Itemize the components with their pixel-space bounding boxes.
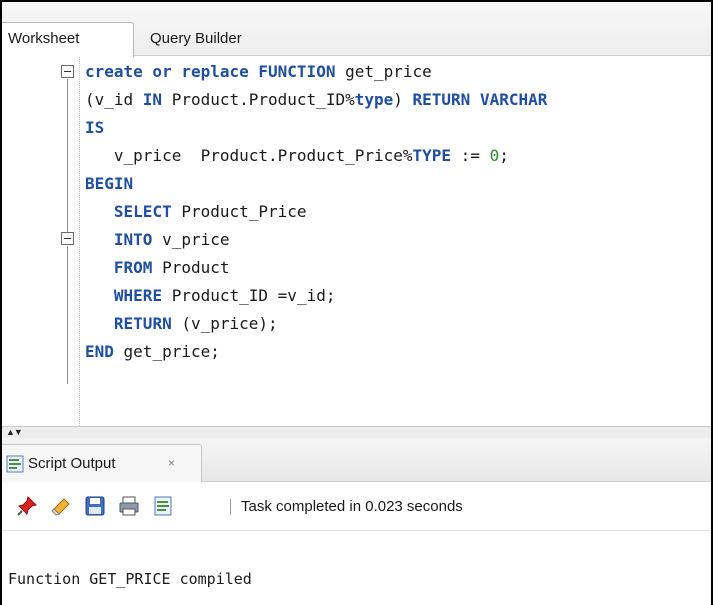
fold-collapse-icon[interactable]: [61, 65, 74, 78]
code-line[interactable]: WHERE Product_ID =v_id;: [85, 284, 336, 308]
code-token: (v_id: [85, 90, 143, 109]
task-status-text: Task completed in 0.023 seconds: [241, 498, 463, 515]
editor-tab-bar: Worksheet Query Builder: [2, 2, 711, 57]
code-line[interactable]: BEGIN: [85, 172, 133, 196]
output-line: Function GET_PRICE compiled: [8, 570, 252, 588]
code-editor[interactable]: create or replace FUNCTION get_price (v_i…: [2, 57, 711, 426]
code-keyword: type: [354, 90, 394, 109]
code-token: Product_Price: [171, 202, 307, 221]
fold-range-line: [67, 79, 68, 232]
code-keyword: SELECT: [113, 202, 172, 221]
code-token: v_price: [152, 230, 230, 249]
output-tab-bar: Script Output ×: [2, 438, 711, 482]
code-line[interactable]: FROM Product: [85, 256, 230, 280]
code-token: ;: [499, 146, 509, 165]
code-token: get_price: [335, 62, 432, 81]
code-line[interactable]: SELECT Product_Price: [85, 200, 307, 224]
code-line[interactable]: (v_id IN Product.Product_ID%type) RETURN…: [85, 88, 547, 112]
code-keyword: WHERE: [113, 286, 163, 305]
code-keyword: IS: [85, 118, 105, 137]
code-line[interactable]: INTO v_price: [85, 228, 230, 252]
fold-collapse-icon[interactable]: [61, 232, 74, 245]
print-icon[interactable]: [118, 495, 140, 517]
save-icon[interactable]: [84, 495, 106, 517]
tab-script-output[interactable]: Script Output ×: [2, 444, 202, 482]
code-keyword: create or replace FUNCTION: [85, 62, 336, 81]
code-token: ): [393, 90, 413, 109]
script-output-area[interactable]: Function GET_PRICE compiled: [2, 532, 711, 605]
code-token: Product.Product_ID%: [162, 90, 355, 109]
pin-icon[interactable]: [16, 495, 38, 517]
code-keyword: RETURN: [113, 314, 172, 333]
code-keyword: TYPE: [412, 146, 452, 165]
code-token: Product_ID =v_id;: [162, 286, 336, 305]
code-token: Product: [152, 258, 230, 277]
close-icon[interactable]: ×: [168, 445, 175, 481]
code-line[interactable]: IS: [85, 116, 104, 140]
code-keyword: END: [85, 342, 114, 361]
code-line[interactable]: v_price Product.Product_Price%TYPE := 0;: [85, 144, 509, 168]
output-toolbar: Task completed in 0.023 seconds: [2, 483, 711, 531]
tab-query-builder[interactable]: Query Builder: [150, 22, 242, 56]
script-output-icon: [6, 455, 24, 473]
code-token: :=: [451, 146, 490, 165]
sql-developer-worksheet: Worksheet Query Builder create or replac…: [0, 0, 713, 605]
code-token: get_price;: [113, 342, 220, 361]
code-token: v_price Product.Product_Price%: [85, 146, 413, 165]
code-keyword: IN: [142, 90, 163, 109]
splitter-arrows-icon[interactable]: ▲▼: [6, 427, 23, 437]
script-output-label: Script Output: [28, 455, 116, 472]
code-token: (v_price);: [171, 314, 278, 333]
code-keyword: INTO: [113, 230, 153, 249]
code-keyword: RETURN VARCHAR: [412, 90, 548, 109]
code-keyword: FROM: [113, 258, 153, 277]
code-line[interactable]: RETURN (v_price);: [85, 312, 278, 336]
code-line[interactable]: END get_price;: [85, 340, 220, 364]
script-icon[interactable]: [152, 495, 174, 517]
fold-range-line: [67, 246, 68, 384]
tab-worksheet[interactable]: Worksheet: [2, 22, 134, 57]
toolbar-separator: [230, 499, 231, 515]
code-number: 0: [489, 146, 500, 165]
eraser-icon[interactable]: [50, 495, 72, 517]
code-keyword: BEGIN: [85, 174, 134, 193]
indent-guide: [79, 57, 80, 426]
code-line[interactable]: create or replace FUNCTION get_price: [85, 60, 432, 84]
panel-splitter[interactable]: ▲▼: [2, 426, 711, 438]
